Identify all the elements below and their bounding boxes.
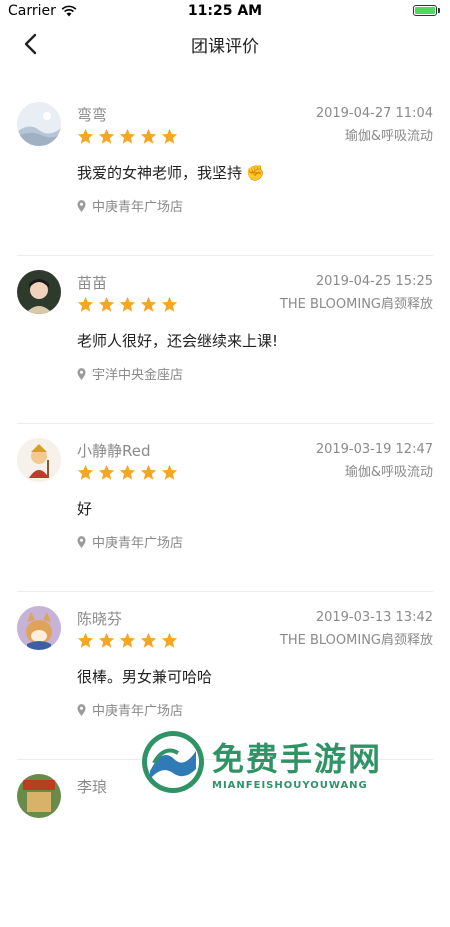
store-location: 宇洋中央金座店 <box>77 364 183 383</box>
review-date: 2019-03-13 13:42 <box>315 610 433 625</box>
avatar[interactable] <box>17 774 61 818</box>
review-comment: 我爱的女神老师，我坚持 ✊ <box>77 162 265 183</box>
location-pin-icon <box>77 199 86 212</box>
avatar[interactable] <box>17 270 61 314</box>
star-icon <box>161 632 178 648</box>
reviewer-name: 小静静Red <box>77 442 151 460</box>
star-icon <box>161 464 178 480</box>
comment-text: 我爱的女神老师，我坚持 <box>77 164 243 182</box>
star-icon <box>161 128 178 144</box>
star-icon <box>98 296 115 312</box>
site-watermark: 免费手游网 MIANFEISHOUYOUWANG <box>140 724 440 800</box>
watermark-logo-icon <box>142 731 204 793</box>
star-icon <box>77 464 94 480</box>
star-icon <box>140 464 157 480</box>
star-icon <box>77 632 94 648</box>
page-title: 团课评价 <box>191 37 259 57</box>
review-item: 小静静Red 2019-03-19 12:47 瑜伽&呼吸流动 好 中庚青年广场… <box>17 424 433 592</box>
comment-text: 老师人很好，还会继续来上课! <box>77 332 279 350</box>
star-icon <box>119 464 136 480</box>
comment-text: 很棒。男女兼可哈哈 <box>77 668 213 686</box>
course-name: 瑜伽&呼吸流动 <box>344 129 433 144</box>
store-location: 中庚青年广场店 <box>77 532 183 551</box>
star-icon <box>98 128 115 144</box>
review-comment: 老师人很好，还会继续来上课! <box>77 330 278 351</box>
avatar[interactable] <box>17 606 61 650</box>
review-date: 2019-04-25 15:25 <box>315 274 433 289</box>
location-pin-icon <box>77 535 86 548</box>
status-bar: Carrier 11:25 AM <box>0 0 450 24</box>
star-icon <box>140 296 157 312</box>
star-icon <box>119 128 136 144</box>
star-icon <box>161 296 178 312</box>
star-icon <box>98 464 115 480</box>
avatar[interactable] <box>17 102 61 146</box>
star-rating <box>77 296 178 313</box>
watermark-cn: 免费手游网 <box>212 739 383 778</box>
review-item: 苗苗 2019-04-25 15:25 THE BLOOMING肩颈释放 老师人… <box>17 256 433 424</box>
review-date: 2019-03-19 12:47 <box>315 442 433 457</box>
course-name: THE BLOOMING肩颈释放 <box>279 297 433 312</box>
course-name: 瑜伽&呼吸流动 <box>344 465 433 480</box>
store-location: 中庚青年广场店 <box>77 196 183 215</box>
avatar[interactable] <box>17 438 61 482</box>
star-icon <box>98 632 115 648</box>
star-rating <box>77 632 178 649</box>
location-pin-icon <box>77 367 86 380</box>
star-icon <box>140 632 157 648</box>
reviewer-name: 弯弯 <box>77 106 108 124</box>
comment-text: 好 <box>77 500 93 518</box>
star-icon <box>140 128 157 144</box>
status-time: 11:25 AM <box>187 3 263 19</box>
star-rating <box>77 128 178 145</box>
review-list: 弯弯 2019-04-27 11:04 瑜伽&呼吸流动 我爱的女神老师，我坚持 … <box>0 88 450 927</box>
star-icon <box>119 632 136 648</box>
star-icon <box>77 128 94 144</box>
star-icon <box>77 296 94 312</box>
reviewer-name: 苗苗 <box>77 274 108 292</box>
star-rating <box>77 464 178 481</box>
store-name: 中庚青年广场店 <box>92 200 184 215</box>
navigation-bar: 团课评价 <box>0 24 450 64</box>
reviewer-name: 陈晓芬 <box>77 610 123 628</box>
watermark-en: MIANFEISHOUYOUWANG <box>212 779 368 791</box>
star-icon <box>119 296 136 312</box>
store-location: 中庚青年广场店 <box>77 700 183 719</box>
store-name: 中庚青年广场店 <box>92 536 184 551</box>
fist-emoji: ✊ <box>246 163 265 182</box>
battery-icon <box>413 5 440 16</box>
course-name: THE BLOOMING肩颈释放 <box>279 633 433 648</box>
location-pin-icon <box>77 703 86 716</box>
review-comment: 好 <box>77 498 92 519</box>
review-comment: 很棒。男女兼可哈哈 <box>77 666 212 687</box>
store-name: 宇洋中央金座店 <box>92 368 184 383</box>
review-item: 弯弯 2019-04-27 11:04 瑜伽&呼吸流动 我爱的女神老师，我坚持 … <box>17 88 433 256</box>
store-name: 中庚青年广场店 <box>92 704 184 719</box>
review-date: 2019-04-27 11:04 <box>315 106 433 121</box>
reviewer-name: 李琅 <box>77 778 108 796</box>
